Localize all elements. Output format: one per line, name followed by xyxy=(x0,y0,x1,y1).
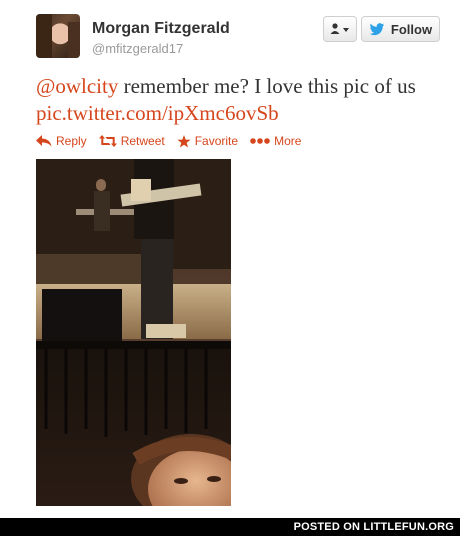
tweet-actions: Reply Retweet Favorite More xyxy=(36,134,301,148)
author-handle[interactable]: @mfitzgerald17 xyxy=(92,41,183,56)
twitter-bird-icon xyxy=(369,22,385,35)
retweet-action[interactable]: Retweet xyxy=(98,134,165,148)
mention-link[interactable]: @owlcity xyxy=(36,74,118,98)
favorite-action[interactable]: Favorite xyxy=(177,134,238,148)
retweet-label: Retweet xyxy=(120,134,165,148)
media-link[interactable]: pic.twitter.com/ipXmc6ovSb xyxy=(36,101,279,125)
footer-text: POSTED ON LITTLEFUN.ORG xyxy=(293,521,454,533)
tweet-text: @owlcity remember me? I love this pic of… xyxy=(36,73,446,127)
avatar-hair xyxy=(36,14,52,58)
reply-label: Reply xyxy=(56,134,87,148)
tweet-body: remember me? I love this pic of us xyxy=(118,74,416,98)
tweet-card: Morgan Fitzgerald @mfitzgerald17 Follow … xyxy=(0,0,460,518)
reply-action[interactable]: Reply xyxy=(36,134,87,148)
footer-banner: POSTED ON LITTLEFUN.ORG xyxy=(0,518,460,536)
user-actions-button[interactable] xyxy=(323,16,357,42)
follow-button[interactable]: Follow xyxy=(361,16,440,42)
tweet-photo[interactable] xyxy=(36,159,231,506)
more-action[interactable]: More xyxy=(250,134,301,148)
star-icon xyxy=(177,134,191,147)
more-dots-icon xyxy=(250,138,270,144)
concert-selfie-image xyxy=(36,159,231,506)
more-label: More xyxy=(274,134,302,148)
favorite-label: Favorite xyxy=(194,134,239,148)
author-name[interactable]: Morgan Fitzgerald xyxy=(92,20,230,38)
retweet-icon xyxy=(98,135,117,147)
follow-label: Follow xyxy=(390,21,433,37)
avatar[interactable] xyxy=(36,14,80,58)
avatar-hair-right xyxy=(68,22,80,58)
reply-arrow-icon xyxy=(36,135,52,147)
user-dropdown-icon xyxy=(330,23,349,34)
